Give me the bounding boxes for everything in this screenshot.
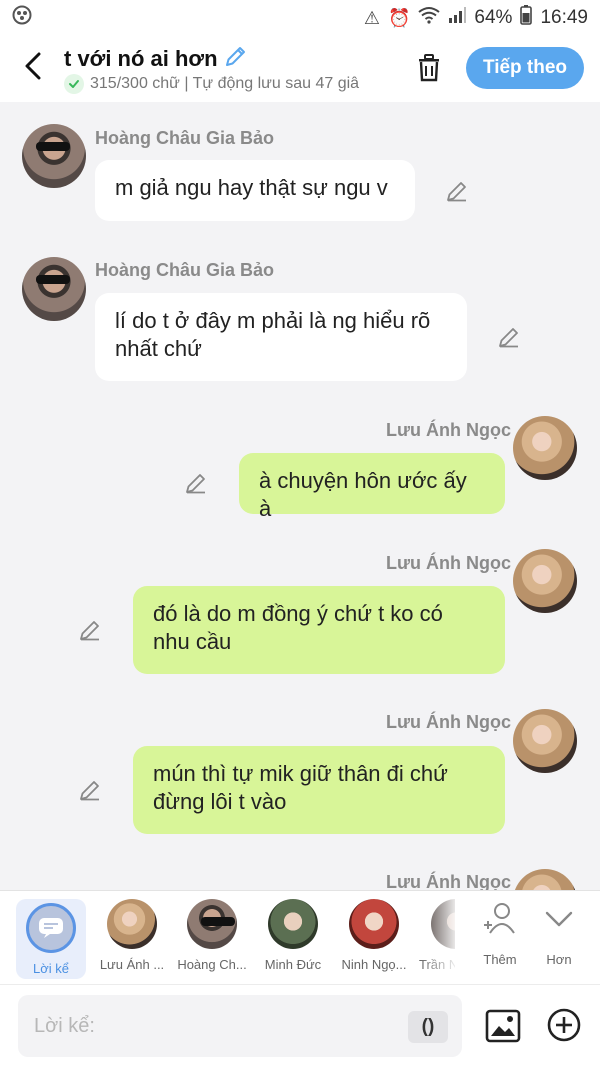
character-avatar	[187, 899, 237, 949]
narration-input[interactable]	[18, 995, 462, 1057]
character-ninh-ngoc[interactable]: Ninh Ngọ...	[334, 899, 414, 972]
add-button[interactable]	[546, 1007, 582, 1043]
battery-icon	[520, 5, 533, 31]
message-bubble[interactable]: lí do t ở đây m phải là ng hiểu rõ nhất …	[95, 293, 467, 381]
avatar-luu-anh-ngoc[interactable]	[513, 709, 577, 773]
sender-name: Hoàng Châu Gia Bảo	[95, 260, 275, 280]
story-title[interactable]: t với nó ai hơn	[64, 44, 248, 74]
plus-circle-icon	[547, 1008, 581, 1042]
autosave-status: 315/300 chữ | Tự động lưu sau 47 giâ	[64, 74, 394, 94]
input-bar: ()	[0, 984, 600, 1067]
message-bubble[interactable]: đó là do m đồng ý chứ t ko có nhu cầu	[133, 586, 505, 674]
wifi-icon	[418, 6, 441, 30]
character-label: Lưu Ánh ...	[99, 957, 165, 972]
character-bar: Lời kể Lưu Ánh ... Hoàng Ch... Minh Đức …	[0, 890, 600, 985]
avatar-luu-anh-ngoc[interactable]	[513, 416, 577, 480]
check-icon	[64, 74, 84, 94]
edit-message-icon[interactable]	[444, 178, 470, 204]
chat-area[interactable]: Hoàng Châu Gia Bảo m giả ngu hay thật sự…	[0, 102, 600, 890]
add-person-icon	[484, 903, 515, 934]
add-character-button[interactable]: Thêm	[470, 901, 530, 967]
trash-icon	[419, 54, 439, 82]
add-label: Thêm	[483, 952, 517, 967]
next-button[interactable]: Tiếp theo	[466, 47, 584, 89]
story-title-text: t với nó ai hơn	[64, 46, 218, 71]
character-label: Minh Đức	[264, 957, 322, 972]
delete-button[interactable]	[412, 50, 446, 86]
more-label: Hơn	[546, 952, 572, 967]
avatar-luu-anh-ngoc[interactable]	[513, 869, 577, 890]
character-label: Hoàng Ch...	[177, 957, 247, 972]
edit-message-icon[interactable]	[77, 777, 103, 803]
clock: 16:49	[540, 7, 588, 28]
sender-name: Lưu Ánh Ngọc	[386, 553, 512, 573]
message-bubble[interactable]: à chuyện hôn ước ấy à	[239, 453, 505, 521]
edit-message-icon[interactable]	[183, 470, 209, 496]
message-bubble[interactable]: mún thì tự mik giữ thân đi chứ đừng lôi …	[133, 746, 505, 834]
character-luu-anh-ngoc[interactable]: Lưu Ánh ...	[92, 899, 172, 972]
character-avatar	[107, 899, 157, 949]
alarm-icon: ⏰	[388, 7, 411, 28]
alert-icon: ⚠	[363, 7, 380, 28]
character-narrator[interactable]: Lời kể	[16, 899, 86, 979]
status-bar: ⚠ ⏰ 64% 16:49	[0, 0, 600, 36]
avatar-luu-anh-ngoc[interactable]	[513, 549, 577, 613]
chevron-left-icon	[25, 52, 41, 80]
sender-name: Lưu Ánh Ngọc	[386, 712, 512, 732]
character-avatar	[268, 899, 318, 949]
header: t với nó ai hơn 315/300 chữ | Tự động lư…	[0, 36, 600, 102]
edit-message-icon[interactable]	[77, 617, 103, 643]
character-minh-duc[interactable]: Minh Đức	[253, 899, 333, 972]
signal-icon	[448, 7, 467, 29]
scroll-fade	[420, 891, 460, 985]
character-label: Ninh Ngọ...	[341, 957, 407, 972]
avatar-hoang-chau-gia-bao[interactable]	[22, 124, 86, 188]
sender-name: Lưu Ánh Ngọc	[386, 420, 512, 440]
back-button[interactable]	[18, 48, 48, 84]
message-bubble[interactable]: m giả ngu hay thật sự ngu v	[95, 160, 415, 221]
character-hoang-chau-gia-bao[interactable]: Hoàng Ch...	[172, 899, 252, 972]
insert-image-button[interactable]	[484, 1007, 522, 1045]
character-label: Lời kể	[33, 961, 69, 976]
image-icon	[485, 1009, 521, 1043]
narrator-icon	[26, 903, 76, 953]
character-avatar	[349, 899, 399, 949]
edit-title-icon[interactable]	[224, 44, 248, 74]
sender-name: Hoàng Châu Gia Bảo	[95, 128, 275, 148]
app-notification-icon	[12, 5, 32, 31]
more-button[interactable]: Hơn	[529, 901, 589, 967]
parentheses-button[interactable]: ()	[408, 1011, 448, 1043]
avatar-hoang-chau-gia-bao[interactable]	[22, 257, 86, 321]
autosave-text: 315/300 chữ | Tự động lưu sau 47 giâ	[90, 75, 360, 92]
chevron-down-icon	[545, 911, 573, 927]
battery-level: 64%	[474, 7, 513, 28]
edit-message-icon[interactable]	[496, 324, 522, 350]
sender-name: Lưu Ánh Ngọc	[386, 872, 512, 890]
